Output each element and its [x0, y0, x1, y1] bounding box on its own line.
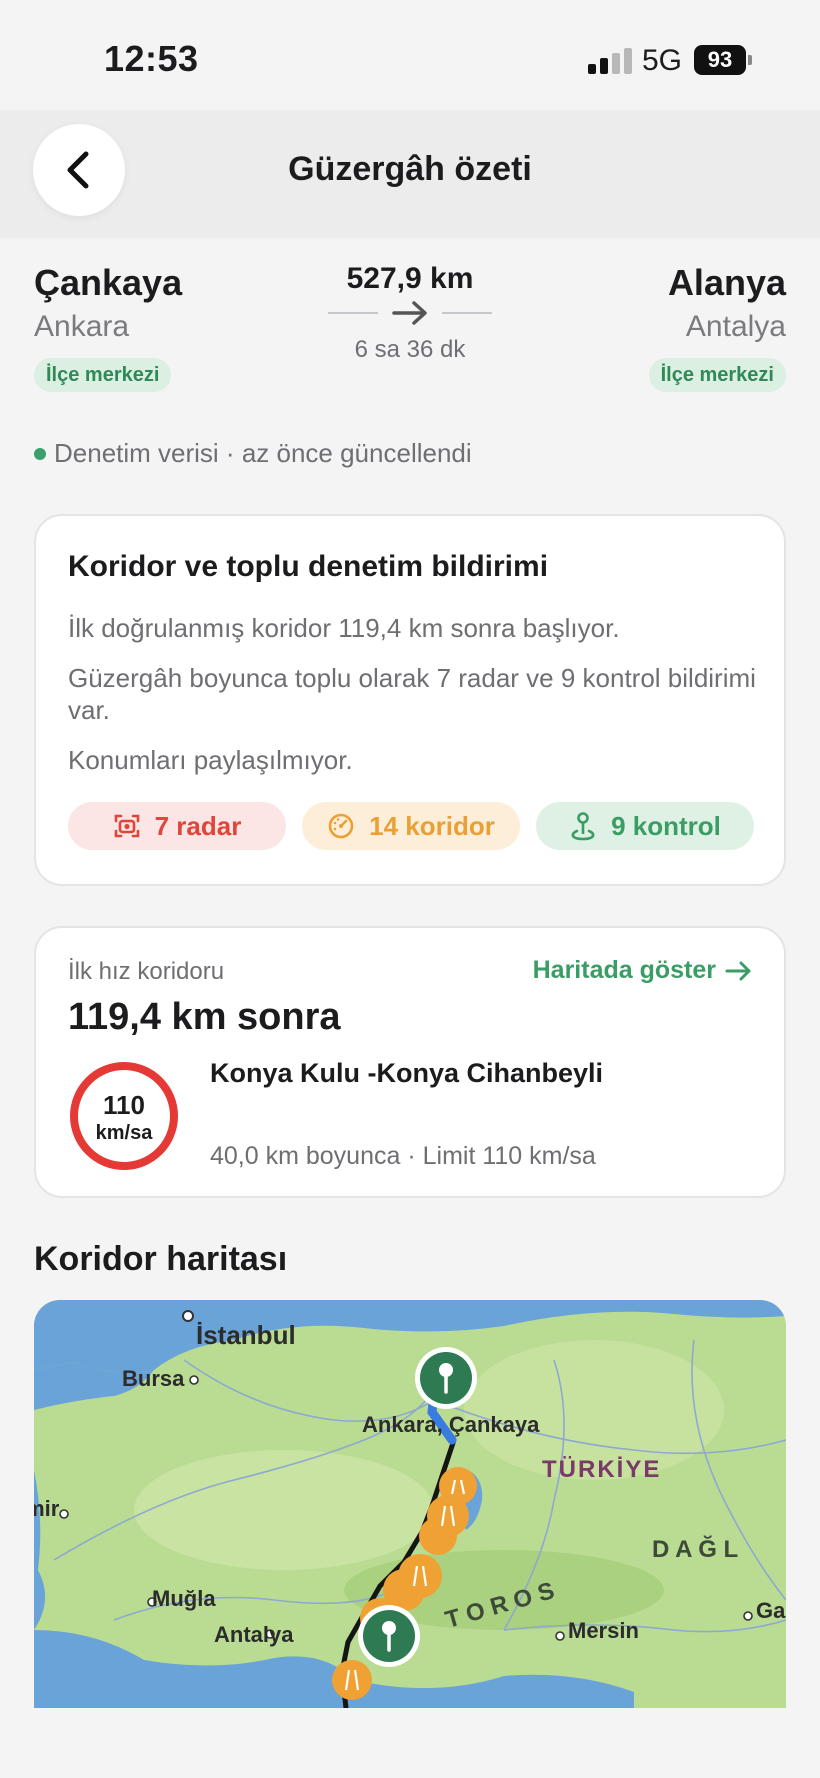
destination-pin-icon — [358, 1605, 420, 1667]
battery-tip — [748, 55, 752, 65]
radar-count-label: 7 radar — [154, 810, 242, 841]
status-bar: 12:53 5G 93 — [0, 0, 820, 110]
cellular-signal-icon — [588, 48, 632, 74]
control-count-label: 9 kontrol — [611, 810, 721, 841]
control-count-pill: 9 kontrol — [536, 802, 754, 850]
notice-text-1: İlk doğrulanmış koridor 119,4 km sonra b… — [68, 613, 620, 643]
battery-icon: 93 — [694, 45, 746, 75]
status-dot-icon — [34, 447, 46, 460]
destination-name: Alanya — [667, 262, 786, 303]
page-title: Güzergâh özeti — [288, 150, 532, 188]
route-summary: Çankaya Ankara İlçe merkezi 527,9 km 6 s… — [0, 238, 820, 398]
notice-text-2: Güzergâh boyunca toplu olarak 7 radar ve… — [68, 663, 756, 725]
map-label-antalya: Antalya — [214, 1622, 294, 1647]
destination-province: Antalya — [685, 310, 786, 343]
speedometer-icon — [328, 813, 354, 839]
speed-limit-value: 110 — [103, 1090, 145, 1120]
corridor-meta: 40,0 km boyunca · Limit 110 km/sa — [210, 1142, 596, 1170]
origin-pin-icon — [415, 1347, 477, 1409]
first-corridor-card: İlk hız koridoru Haritada göster 119,4 k… — [34, 926, 786, 1198]
notice-text-3: Konumları paylaşılmıyor. — [68, 745, 353, 775]
show-on-map-label: Haritada göster — [532, 956, 716, 984]
map-label-mersin: Mersin — [568, 1618, 639, 1643]
network-type: 5G — [642, 44, 683, 77]
corridor-count-pill: 14 koridor — [302, 802, 520, 850]
sync-text: Denetim verisi · az önce güncellendi — [54, 438, 472, 468]
map-section-title: Koridor haritası — [34, 1240, 288, 1278]
map-label-mugla: Muğla — [152, 1586, 216, 1611]
nav-header: Güzergâh özeti — [0, 110, 820, 238]
radar-camera-icon — [114, 814, 139, 838]
first-corridor-label: İlk hız koridoru — [68, 958, 225, 985]
checkpoint-pin-icon — [571, 812, 595, 841]
map-canvas — [34, 1300, 786, 1708]
count-pills: 7 radar 14 koridor 9 kontrol — [68, 802, 754, 850]
map-label-turkiye: TÜRKİYE — [542, 1456, 662, 1483]
map-label-daglari: D A Ğ L — [652, 1536, 739, 1563]
bottom-safe-area — [0, 1708, 820, 1778]
destination-badge: İlçe merkezi — [648, 358, 786, 392]
status-time: 12:53 — [104, 38, 199, 79]
arrow-right-icon — [725, 961, 751, 980]
corridor-count-label: 14 koridor — [369, 810, 495, 841]
radar-count-pill: 7 radar — [68, 802, 286, 850]
route-arrow-icon — [328, 301, 492, 325]
map-label-izmir: İzmir — [34, 1496, 60, 1521]
speed-limit-unit: km/sa — [95, 1122, 153, 1144]
data-sync-status: Denetim verisi · az önce güncellendi — [34, 438, 472, 469]
speed-limit-sign: 110 km/sa — [70, 1062, 178, 1170]
corridor-map[interactable]: İstanbul Bursa Ankara, Çankaya TÜRKİYE İ… — [34, 1300, 786, 1708]
corridor-name: Konya Kulu -Konya Cihanbeyli — [210, 1058, 604, 1088]
map-label-gaziantep: Gaz — [756, 1598, 786, 1623]
notice-title: Koridor ve toplu denetim bildirimi — [68, 550, 549, 583]
first-corridor-distance: 119,4 km sonra — [68, 996, 341, 1038]
map-label-bursa: Bursa — [122, 1366, 185, 1391]
notice-card: Koridor ve toplu denetim bildirimi İlk d… — [34, 514, 786, 886]
map-label-ankara: Ankara, Çankaya — [362, 1412, 540, 1437]
map-label-istanbul: İstanbul — [196, 1320, 296, 1350]
show-on-map-link[interactable]: Haritada göster — [533, 956, 754, 985]
